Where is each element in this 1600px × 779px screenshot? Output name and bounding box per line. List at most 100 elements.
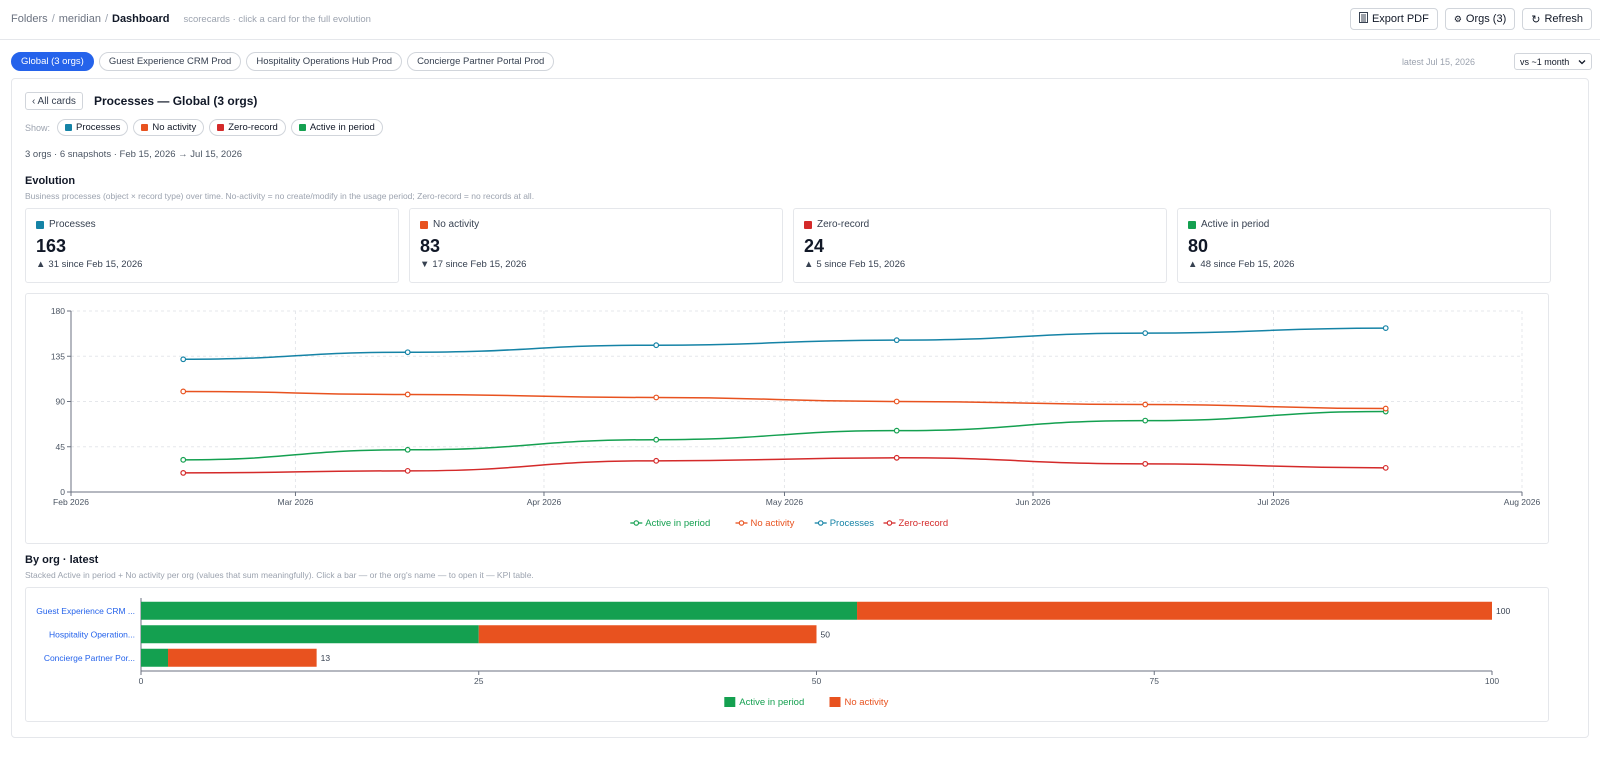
x-tick-label: Aug 2026 xyxy=(1504,497,1541,507)
filter-active-in-period[interactable]: Active in period xyxy=(290,119,383,136)
data-point-active-in-period[interactable] xyxy=(1142,417,1149,424)
kpi-label: Processes xyxy=(49,219,96,230)
data-point-zero-record[interactable] xyxy=(653,457,660,464)
filter-processes[interactable]: Processes xyxy=(57,119,129,136)
data-point-active-in-period[interactable] xyxy=(404,446,411,453)
legend-marker xyxy=(886,520,893,526)
breadcrumb-project[interactable]: meridian xyxy=(59,13,101,25)
data-point-processes[interactable] xyxy=(1382,325,1389,331)
breadcrumb-folders[interactable]: Folders xyxy=(11,13,48,25)
arrow-up-icon: ▲ xyxy=(1188,259,1198,270)
compare-select[interactable]: vs ~1 month xyxy=(1514,53,1592,70)
byorg-title: By org · latest xyxy=(25,554,99,566)
data-point-processes[interactable] xyxy=(893,337,900,344)
legend-label[interactable]: Processes xyxy=(830,518,875,529)
refresh-button[interactable]: ↻ Refresh xyxy=(1522,8,1592,30)
bar-segment[interactable] xyxy=(141,625,479,644)
x-tick-label: 50 xyxy=(812,676,822,686)
evolution-line-chart: 0 45 90 135 180 Feb 2026 Mar 2026 Apr 2026 May 2… xyxy=(51,306,1541,529)
kpi-delta: 17 since Feb 15, 2026 xyxy=(432,259,527,270)
series-line-zero-record xyxy=(183,457,1386,474)
x-tick-label: Mar 2026 xyxy=(278,497,314,507)
series-filter: Show: Processes No activity Zero-record … xyxy=(25,119,383,136)
y-tick-label: 180 xyxy=(51,306,65,316)
x-tick-label: 25 xyxy=(474,676,484,686)
data-point-processes[interactable] xyxy=(653,342,660,349)
byorg-subtitle: Stacked Active in period + No activity p… xyxy=(25,570,534,580)
tab-global[interactable]: Global (3 orgs) xyxy=(11,52,94,71)
bar-segment[interactable] xyxy=(141,601,858,620)
orgs-button[interactable]: ⚙ Orgs (3) xyxy=(1444,8,1516,30)
bar-segment[interactable] xyxy=(478,625,817,644)
data-point-processes[interactable] xyxy=(1142,330,1149,337)
tab-guest-experience[interactable]: Guest Experience CRM Prod xyxy=(98,52,242,71)
filter-no-activity[interactable]: No activity xyxy=(133,119,205,136)
org-tabs: Global (3 orgs) Guest Experience CRM Pro… xyxy=(11,52,555,71)
org-name-link[interactable]: Concierge Partner Por... xyxy=(44,653,135,663)
bar-segment[interactable] xyxy=(141,648,169,667)
kpi-value: 83 xyxy=(420,236,441,256)
swatch xyxy=(1188,220,1196,229)
arrow-up-icon: ▲ xyxy=(36,259,46,270)
arrow-down-icon: ▼ xyxy=(420,259,430,270)
data-point-no-activity[interactable] xyxy=(1382,405,1389,412)
bar-segment[interactable] xyxy=(168,648,317,667)
refresh-icon: ↻ xyxy=(1531,13,1541,26)
kpi-delta: 5 since Feb 15, 2026 xyxy=(816,259,906,270)
series-line-no-activity xyxy=(183,390,1386,410)
data-point-zero-record[interactable] xyxy=(180,469,187,476)
filter-zero-record[interactable]: Zero-record xyxy=(209,119,286,136)
data-point-processes[interactable] xyxy=(404,349,411,356)
arrow-up-icon: ▲ xyxy=(804,259,814,270)
refresh-label: Refresh xyxy=(1544,13,1583,25)
data-point-zero-record[interactable] xyxy=(893,454,900,461)
breadcrumb-separator: / xyxy=(104,13,108,25)
breadcrumb-current: Dashboard xyxy=(112,13,170,25)
kpi-delta: 48 since Feb 15, 2026 xyxy=(1200,259,1295,270)
top-actions: Export PDF ⚙ Orgs (3) ↻ Refresh xyxy=(1349,8,1592,30)
evolution-subtitle: Business processes (object × record type… xyxy=(25,191,535,201)
data-point-zero-record[interactable] xyxy=(1382,464,1389,471)
legend-label[interactable]: Zero-record xyxy=(899,518,949,529)
legend-label[interactable]: Active in period xyxy=(645,518,710,529)
kpi-card-zero-record[interactable]: Zero-record 24 ▲ 5 since Feb 15, 2026 xyxy=(793,208,1167,283)
tab-hospitality-operations[interactable]: Hospitality Operations Hub Prod xyxy=(246,52,403,71)
legend-swatch xyxy=(829,697,841,707)
x-tick-label: 0 xyxy=(139,676,144,686)
kpi-card-processes[interactable]: Processes 163 ▲ 31 since Feb 15, 2026 xyxy=(25,208,399,283)
data-point-zero-record[interactable] xyxy=(1142,460,1149,467)
data-point-zero-record[interactable] xyxy=(404,467,411,474)
panel-title: Processes — Global (3 orgs) xyxy=(94,94,258,108)
legend-swatch xyxy=(724,697,736,707)
data-point-no-activity[interactable] xyxy=(404,391,411,398)
kpi-card-no-activity[interactable]: No activity 83 ▼ 17 since Feb 15, 2026 xyxy=(409,208,783,283)
kpi-cards: Processes 163 ▲ 31 since Feb 15, 2026 No … xyxy=(25,208,1551,283)
legend-label[interactable]: No activity xyxy=(845,697,889,708)
evolution-title: Evolution xyxy=(25,175,76,187)
series-line-active-in-period xyxy=(183,410,1386,461)
org-name-link[interactable]: Guest Experience CRM ... xyxy=(36,606,135,616)
data-point-no-activity[interactable] xyxy=(180,388,187,395)
data-point-processes[interactable] xyxy=(180,356,187,363)
legend-label[interactable]: Active in period xyxy=(739,697,804,708)
kpi-card-active-in-period[interactable]: Active in period 80 ▲ 48 since Feb 15, 20… xyxy=(1177,208,1551,283)
data-point-active-in-period[interactable] xyxy=(653,436,660,443)
kpi-value: 24 xyxy=(804,236,825,256)
all-cards-button[interactable]: ‹ All cards xyxy=(25,92,83,110)
data-point-active-in-period[interactable] xyxy=(893,427,900,434)
org-name-link[interactable]: Hospitality Operation... xyxy=(49,629,135,639)
export-pdf-button[interactable]: Export PDF xyxy=(1349,8,1438,30)
export-pdf-label: Export PDF xyxy=(1371,13,1429,25)
data-point-no-activity[interactable] xyxy=(653,394,660,401)
data-point-no-activity[interactable] xyxy=(1142,401,1149,408)
filter-label: Active in period xyxy=(309,122,375,133)
tab-concierge-partner[interactable]: Concierge Partner Portal Prod xyxy=(407,52,555,71)
swatch xyxy=(217,124,225,131)
breadcrumb-separator: / xyxy=(51,13,55,25)
data-point-no-activity[interactable] xyxy=(893,398,900,405)
bar-segment[interactable] xyxy=(857,601,1492,620)
data-point-active-in-period[interactable] xyxy=(180,456,187,463)
bar-total-label: 100 xyxy=(1496,606,1510,616)
chevron-down-icon xyxy=(1578,57,1586,67)
legend-label[interactable]: No activity xyxy=(751,518,795,529)
